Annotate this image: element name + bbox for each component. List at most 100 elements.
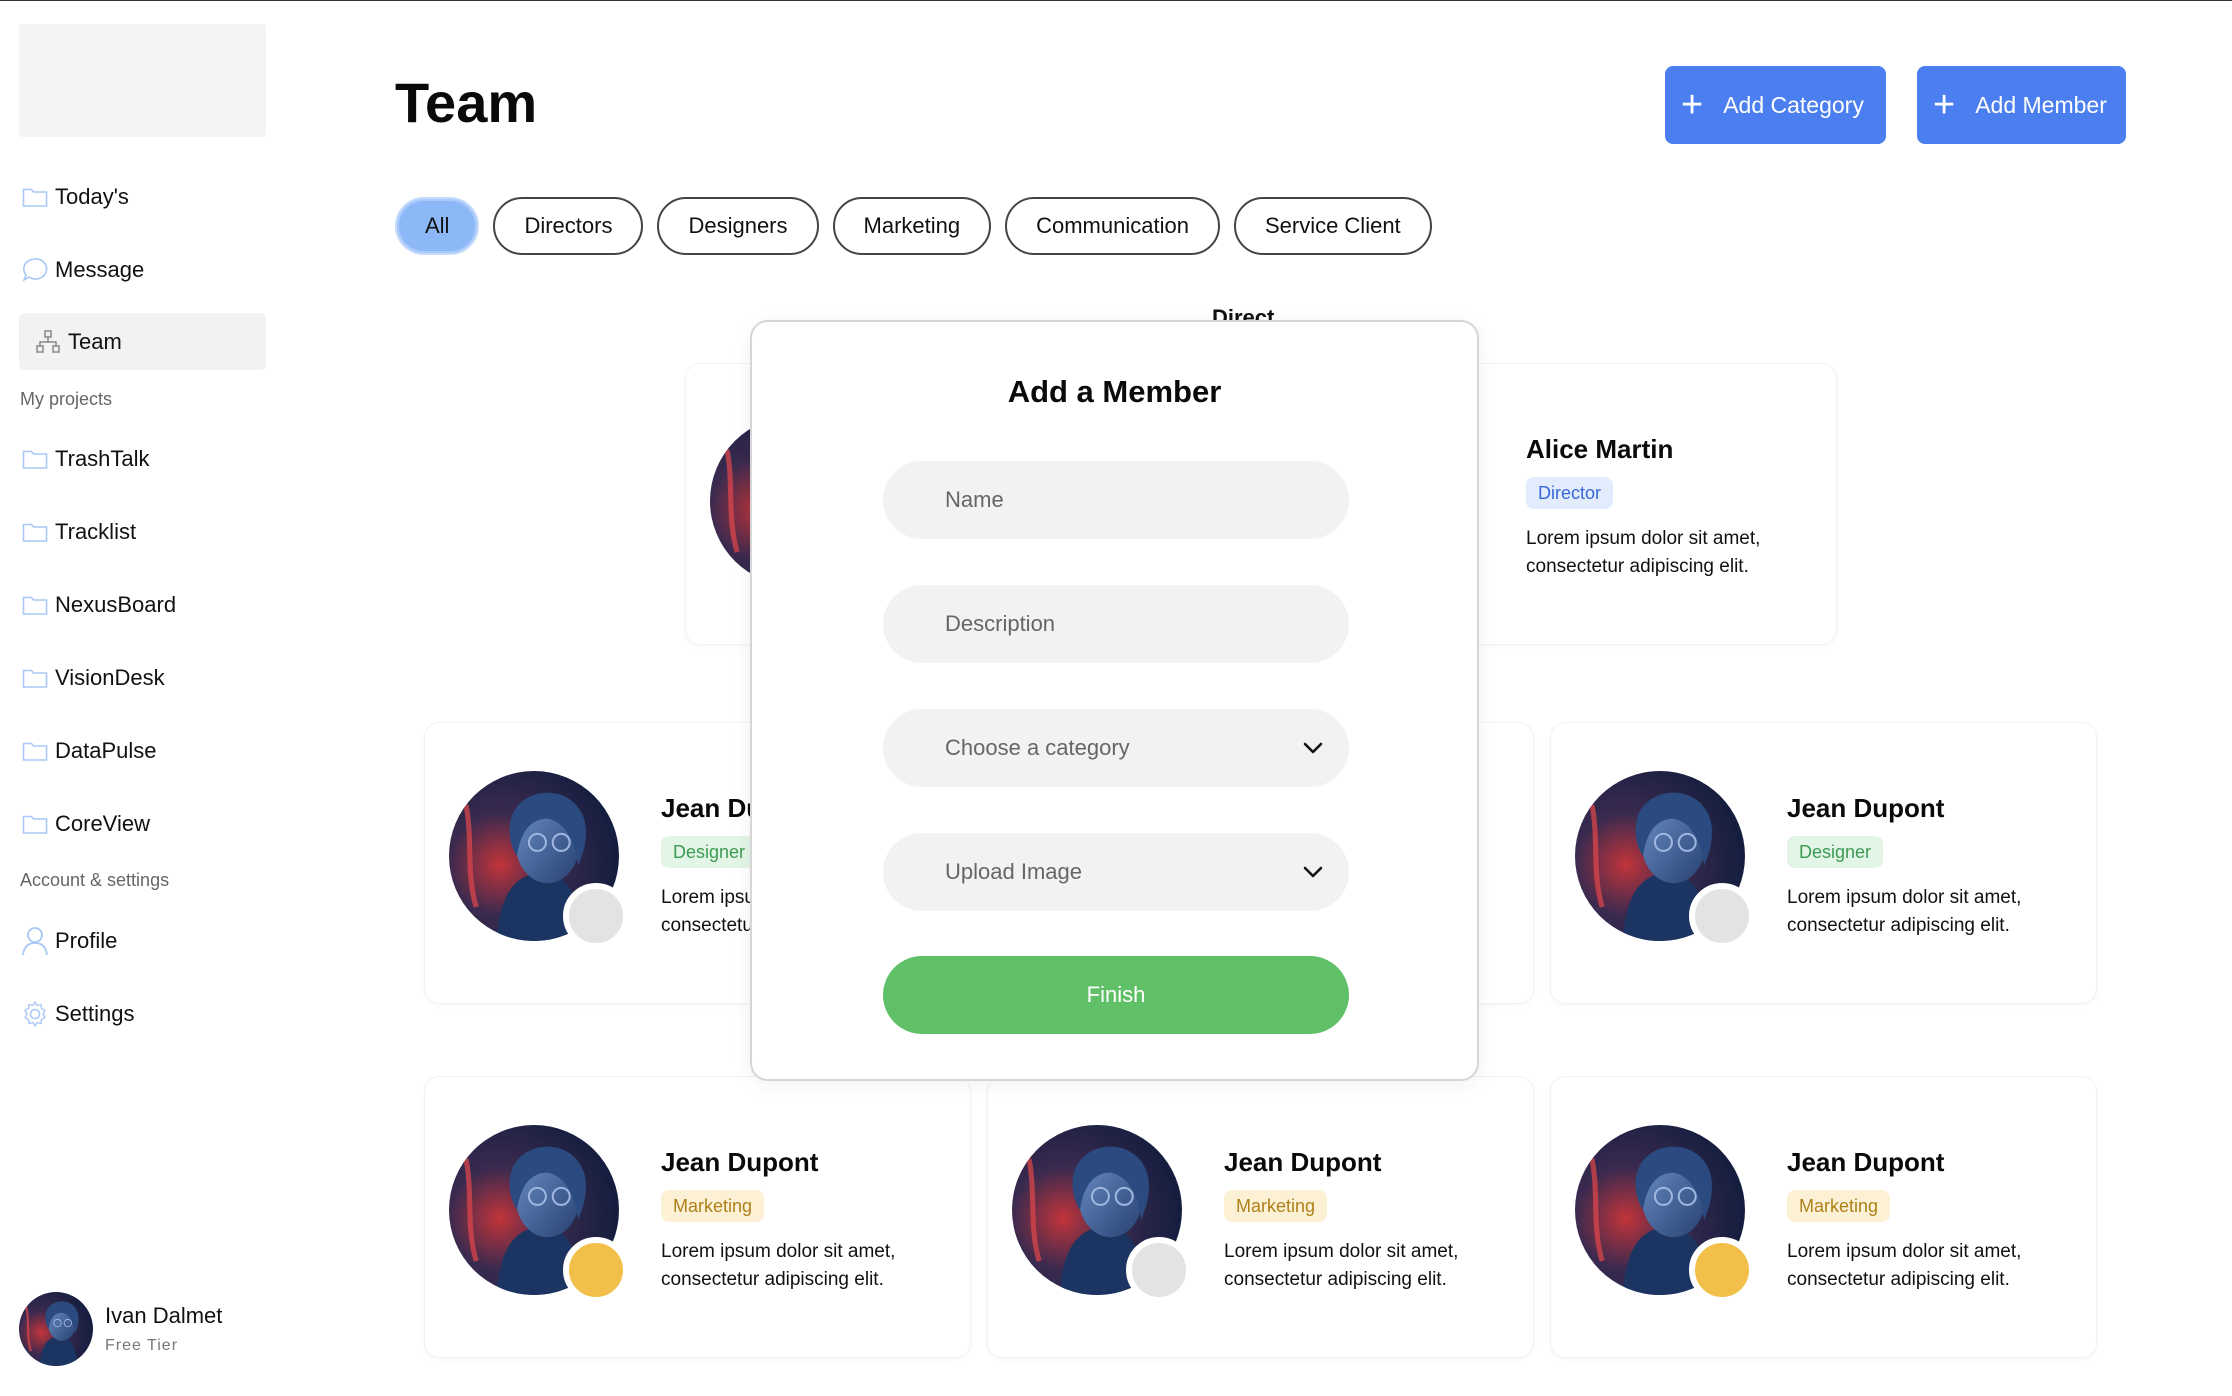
top-border — [0, 0, 2232, 1]
description-input[interactable] — [945, 611, 1285, 637]
folder-icon — [19, 808, 51, 840]
status-indicator — [1689, 1237, 1755, 1303]
name-input[interactable] — [945, 487, 1285, 513]
sidebar-item-label: TrashTalk — [55, 445, 150, 471]
role-badge: Marketing — [1787, 1190, 1891, 1222]
member-name: Jean Dupont — [1224, 1147, 1382, 1177]
desc-line: consectetur adipiscing elit. — [661, 1269, 884, 1290]
finish-button[interactable]: Finish — [883, 956, 1349, 1034]
category-filter-bar: All Directors Designers Marketing Commun… — [395, 197, 1432, 255]
modal-title: Add a Member — [1007, 374, 1222, 409]
role-badge: Director — [1526, 477, 1614, 509]
role-badge: Marketing — [1224, 1190, 1328, 1222]
add-member-button[interactable]: + Add Member — [1917, 66, 2126, 144]
sidebar-item-todays[interactable]: Today's — [19, 168, 266, 225]
current-user-card[interactable]: Ivan Dalmet Free Tier — [19, 1292, 222, 1366]
plus-icon: + — [1933, 84, 1956, 126]
sidebar-item-label: Settings — [55, 1000, 135, 1026]
member-card[interactable]: Jean Dupont Marketing Lorem ipsum dolor … — [1551, 1077, 2096, 1357]
sidebar-item-label: VisionDesk — [55, 664, 165, 690]
sidebar-item-project[interactable]: NexusBoard — [19, 576, 266, 633]
folder-icon — [19, 516, 51, 548]
role-badge: Designer — [1787, 836, 1884, 868]
chat-bubble-icon — [19, 254, 51, 286]
desc-line: Lorem ipsum dolor sit amet, — [661, 1241, 896, 1262]
team-hierarchy-icon — [32, 326, 64, 358]
member-description: Lorem ipsum dolor sit amet, consectetur a… — [1224, 1238, 1514, 1294]
chevron-down-icon — [1303, 866, 1323, 878]
filter-chip-service-client[interactable]: Service Client — [1233, 197, 1432, 255]
sidebar-item-profile[interactable]: Profile — [19, 912, 266, 969]
filter-chip-all[interactable]: All — [395, 197, 480, 255]
role-badge: Designer — [661, 836, 758, 868]
user-name: Ivan Dalmet — [105, 1303, 223, 1328]
member-name: Jean Dupont — [1787, 793, 1945, 823]
sidebar-item-label: Message — [55, 256, 145, 282]
member-description: Lorem ipsum dolor sit amet, consectetur a… — [1787, 1238, 2077, 1294]
folder-icon — [19, 662, 51, 694]
folder-icon — [19, 443, 51, 475]
add-member-label: Add Member — [1975, 91, 2107, 118]
desc-line: Lorem ipsum dolor sit amet, — [1224, 1241, 1459, 1262]
projects-section-label: My projects — [20, 389, 113, 409]
upload-image-select[interactable]: Upload Image — [883, 833, 1349, 911]
role-badge: Marketing — [661, 1190, 765, 1222]
category-select-placeholder: Choose a category — [945, 735, 1130, 760]
sidebar-item-settings[interactable]: Settings — [19, 985, 266, 1042]
upload-image-label: Upload Image — [945, 859, 1082, 884]
member-description: Lorem ipsum dolor sit amet, consectetur a… — [661, 1238, 951, 1294]
member-name: Alice Martin — [1526, 434, 1674, 464]
sidebar-item-project[interactable]: TrashTalk — [19, 430, 266, 487]
status-indicator — [1126, 1237, 1192, 1303]
member-card[interactable]: Jean Dupont Designer Lorem ipsum dolor s… — [1551, 723, 2096, 1003]
desc-line: consectetur adipiscing elit. — [1526, 556, 1749, 577]
sidebar-item-label: Team — [68, 328, 122, 354]
filter-chip-communication[interactable]: Communication — [1005, 197, 1220, 255]
folder-icon — [19, 181, 51, 213]
add-category-button[interactable]: + Add Category — [1665, 66, 1886, 144]
member-card[interactable]: Jean Dupont Marketing Lorem ipsum dolor … — [988, 1077, 1533, 1357]
desc-line: consectetur adipiscing elit. — [1224, 1269, 1447, 1290]
filter-chip-designers[interactable]: Designers — [657, 197, 819, 255]
category-select[interactable]: Choose a category — [883, 709, 1349, 787]
avatar — [19, 1292, 93, 1366]
sidebar: Today's Message Team My projects TrashTa… — [0, 0, 290, 1396]
description-field[interactable] — [883, 585, 1349, 663]
name-field[interactable] — [883, 461, 1349, 539]
sidebar-item-label: NexusBoard — [55, 591, 177, 617]
plus-icon: + — [1681, 84, 1704, 126]
status-indicator — [563, 883, 629, 949]
account-section-label: Account & settings — [20, 870, 170, 890]
filter-chip-marketing[interactable]: Marketing — [832, 197, 992, 255]
add-member-modal: Add a Member Choose a category Upload Im… — [750, 320, 1479, 1081]
page-title: Team — [395, 71, 538, 134]
sidebar-item-message[interactable]: Message — [19, 241, 266, 298]
desc-line: consectetur adipiscing elit. — [1787, 915, 2010, 936]
filter-chip-directors[interactable]: Directors — [493, 197, 644, 255]
sidebar-item-label: CoreView — [55, 810, 150, 836]
user-tier: Free Tier — [105, 1337, 179, 1354]
status-indicator — [1689, 883, 1755, 949]
member-name: Jean Dupont — [661, 1147, 819, 1177]
sidebar-item-team[interactable]: Team — [19, 313, 266, 370]
member-name: Jean Dupont — [1787, 1147, 1945, 1177]
gear-icon — [19, 998, 51, 1030]
sidebar-item-project[interactable]: CoreView — [19, 795, 266, 852]
sidebar-item-project[interactable]: VisionDesk — [19, 649, 266, 706]
desc-line: Lorem ipsum dolor sit amet, — [1526, 528, 1761, 549]
folder-icon — [19, 589, 51, 621]
sidebar-item-project[interactable]: Tracklist — [19, 503, 266, 560]
sidebar-item-label: Tracklist — [55, 518, 137, 544]
sidebar-item-label: DataPulse — [55, 737, 157, 763]
chevron-down-icon — [1303, 742, 1323, 754]
member-card[interactable]: Jean Dupont Marketing Lorem ipsum dolor … — [425, 1077, 970, 1357]
sidebar-item-label: Today's — [55, 183, 129, 209]
folder-icon — [19, 735, 51, 767]
desc-line: Lorem ipsum dolor sit amet, — [1787, 887, 2022, 908]
status-indicator — [563, 1237, 629, 1303]
member-description: Lorem ipsum dolor sit amet, consectetur a… — [1526, 525, 1816, 581]
user-icon — [19, 925, 51, 957]
desc-line: Lorem ipsum dolor sit amet, — [1787, 1241, 2022, 1262]
member-description: Lorem ipsum dolor sit amet, consectetur a… — [1787, 884, 2077, 940]
sidebar-item-project[interactable]: DataPulse — [19, 722, 266, 779]
